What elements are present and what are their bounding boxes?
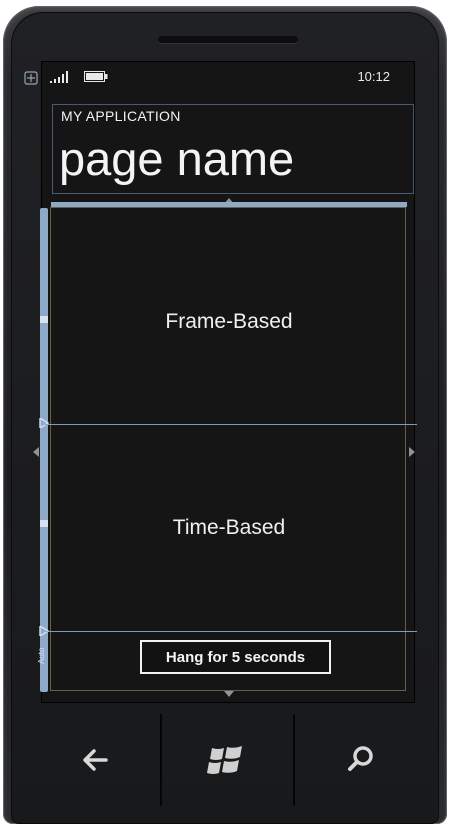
status-clock: 10:12 — [357, 69, 390, 84]
battery-icon — [84, 71, 108, 82]
back-arrow-icon[interactable] — [66, 730, 126, 790]
frame-based-label: Frame-Based — [165, 310, 293, 333]
content-grid[interactable]: Auto Frame-Based Time-Based Hang for 5 s… — [37, 202, 417, 692]
status-bar: 10:12 — [24, 62, 414, 92]
grid-arrow-left-icon — [33, 447, 39, 457]
designer-handle-icon[interactable] — [24, 71, 38, 85]
grid-column-rail[interactable] — [51, 202, 407, 207]
hardware-divider — [293, 714, 295, 806]
signal-icon — [50, 71, 68, 83]
row-auto-tag: Auto — [37, 647, 46, 665]
phone-screen: 10:12 MY APPLICATION page name Auto Fram… — [24, 62, 417, 702]
hang-button[interactable]: Hang for 5 seconds — [140, 640, 331, 674]
row-marker-icon[interactable] — [39, 418, 49, 428]
page-title: page name — [59, 132, 295, 185]
earpiece-speaker — [158, 36, 298, 43]
time-based-label: Time-Based — [172, 516, 286, 539]
windows-logo-icon[interactable] — [196, 730, 256, 790]
row-divider — [41, 631, 417, 632]
grid-arrow-down-icon — [224, 691, 234, 697]
title-panel[interactable]: MY APPLICATION page name — [52, 104, 414, 194]
app-title: MY APPLICATION — [61, 108, 181, 124]
row-size-tag — [40, 316, 48, 323]
row-size-tag — [40, 520, 48, 527]
search-icon[interactable] — [330, 730, 390, 790]
hardware-divider — [160, 714, 162, 806]
row-divider — [41, 424, 417, 425]
hardware-button-bar — [14, 710, 436, 814]
grid-arrow-right-icon — [409, 447, 415, 457]
